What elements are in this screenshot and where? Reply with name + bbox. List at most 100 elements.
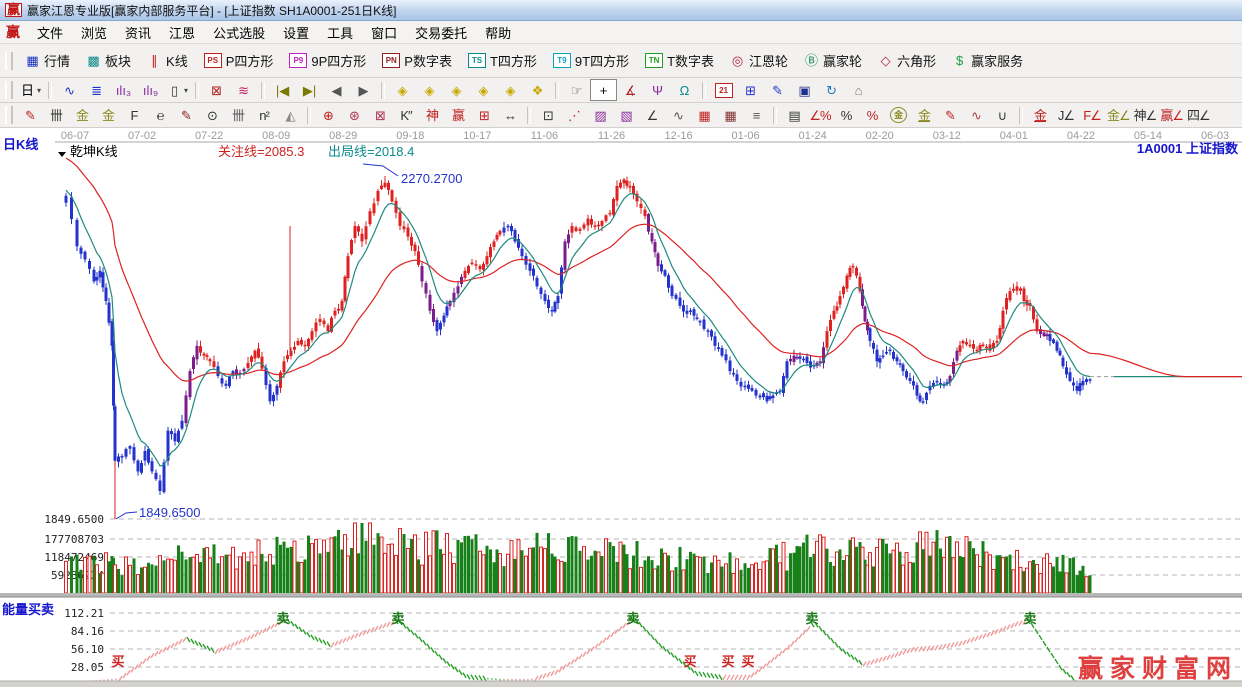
- diamond-compress-icon[interactable]: ◈: [470, 79, 497, 101]
- win-comb[interactable]: 赢: [445, 104, 471, 126]
- count-grid[interactable]: ⊞: [471, 104, 497, 126]
- prev-bar-icon[interactable]: ◀: [323, 79, 350, 101]
- pen-flag[interactable]: ✎: [937, 104, 963, 126]
- diamond-move-icon[interactable]: ❖: [524, 79, 551, 101]
- t-number-button[interactable]: TNT数字表: [637, 46, 722, 75]
- n-square[interactable]: n²: [251, 104, 277, 126]
- first-bar-icon[interactable]: |◀: [269, 79, 296, 101]
- angle-mirror[interactable]: ◭: [277, 104, 303, 126]
- menu-item-1[interactable]: 浏览: [72, 21, 116, 44]
- bars-3-icon[interactable]: ılı₃: [110, 79, 137, 101]
- volume-profile-icon[interactable]: ≋: [230, 79, 257, 101]
- gann-wheel-button[interactable]: ◎江恩轮: [722, 46, 796, 75]
- fan-box-2[interactable]: ▧: [613, 104, 639, 126]
- gold-underline[interactable]: 金: [1027, 104, 1053, 126]
- kline-button[interactable]: ∥K线: [139, 46, 196, 75]
- save-icon[interactable]: ▣: [791, 79, 818, 101]
- next-bar-icon[interactable]: ▶: [350, 79, 377, 101]
- diamond-left-icon[interactable]: ◈: [389, 79, 416, 101]
- circle-degree[interactable]: ⊙: [199, 104, 225, 126]
- menu-item-2[interactable]: 资讯: [116, 21, 160, 44]
- gold-angle[interactable]: 金∠: [1105, 104, 1132, 126]
- grid-dark[interactable]: ▦: [717, 104, 743, 126]
- menu-item-6[interactable]: 工具: [318, 21, 362, 44]
- gann-box[interactable]: ⊡: [535, 104, 561, 126]
- svg-text:1849.6500: 1849.6500: [44, 513, 104, 526]
- diamond-expand-icon[interactable]: ◈: [443, 79, 470, 101]
- gann-web-circle[interactable]: ⊛: [341, 104, 367, 126]
- calculator-icon[interactable]: ⊞: [737, 79, 764, 101]
- crosshair-icon[interactable]: +: [590, 79, 617, 101]
- percent-zone[interactable]: ∠%: [807, 104, 833, 126]
- span-arrow[interactable]: ↔: [497, 104, 523, 126]
- net-update-icon[interactable]: ↻: [818, 79, 845, 101]
- band-wave[interactable]: ∿: [963, 104, 989, 126]
- calendar-icon[interactable]: 21: [710, 79, 737, 101]
- menu-item-4[interactable]: 公式选股: [204, 21, 274, 44]
- pan-hand-icon[interactable]: ☞: [563, 79, 590, 101]
- angle-rays[interactable]: ∠: [639, 104, 665, 126]
- gold-circle[interactable]: 金: [885, 104, 911, 126]
- bars-9-icon[interactable]: ılı₉: [137, 79, 164, 101]
- k-notation[interactable]: K″: [393, 104, 419, 126]
- parallel-lines[interactable]: ≡: [743, 104, 769, 126]
- zigzag-chart-icon[interactable]: ∿: [56, 79, 83, 101]
- menu-item-9[interactable]: 帮助: [476, 21, 520, 44]
- p9-square-button[interactable]: P99P四方形: [281, 46, 374, 75]
- remote-pc-icon[interactable]: ⌂: [845, 79, 872, 101]
- menu-item-3[interactable]: 江恩: [160, 21, 204, 44]
- price-ruler[interactable]: ▤: [781, 104, 807, 126]
- bars-9-icon-icon: ılı₉: [143, 83, 158, 98]
- diamond-right-icon[interactable]: ◈: [416, 79, 443, 101]
- candle-style-icon[interactable]: ▯▾: [164, 79, 191, 101]
- info-list-icon-icon: ≣: [89, 83, 104, 98]
- p-number-button[interactable]: PNP数字表: [374, 46, 460, 75]
- f-angle[interactable]: F∠: [1079, 104, 1105, 126]
- t9-square-button[interactable]: T99T四方形: [545, 46, 637, 75]
- period-selector[interactable]: 日▾: [17, 79, 44, 101]
- win-angle[interactable]: 赢∠: [1158, 104, 1185, 126]
- menu-item-0[interactable]: 文件: [28, 21, 72, 44]
- menu-item-5[interactable]: 设置: [274, 21, 318, 44]
- menu-item-8[interactable]: 交易委托: [406, 21, 476, 44]
- god-angle[interactable]: 神∠: [1132, 104, 1159, 126]
- god-comb[interactable]: 神: [419, 104, 445, 126]
- wave-check[interactable]: ∿: [665, 104, 691, 126]
- gold-comb-1[interactable]: 金: [69, 104, 95, 126]
- memo-icon[interactable]: ✎: [764, 79, 791, 101]
- spiral-tool[interactable]: ℮: [147, 104, 173, 126]
- pen-measure[interactable]: ✎: [173, 104, 199, 126]
- grid-red[interactable]: ▦: [691, 104, 717, 126]
- menu-item-7[interactable]: 窗口: [362, 21, 406, 44]
- winner-wheel-button[interactable]: Ⓑ赢家轮: [796, 46, 870, 75]
- gann-glyph-icon[interactable]: Ψ: [644, 79, 671, 101]
- circle-cross[interactable]: ⊕: [315, 104, 341, 126]
- service-button[interactable]: $赢家服务: [944, 46, 1031, 75]
- gold-comb-2[interactable]: 金: [95, 104, 121, 126]
- percent[interactable]: %: [833, 104, 859, 126]
- seal-pattern-icon[interactable]: ⊠: [203, 79, 230, 101]
- percent-red[interactable]: %: [859, 104, 885, 126]
- u-curve[interactable]: ∪: [989, 104, 1015, 126]
- fan-box-1[interactable]: ▨: [587, 104, 613, 126]
- j-angle[interactable]: J∠: [1053, 104, 1079, 126]
- protractor-icon[interactable]: ∡: [617, 79, 644, 101]
- f-comb[interactable]: F: [121, 104, 147, 126]
- pen-tool[interactable]: ✎: [17, 104, 43, 126]
- fan-lines[interactable]: ⋰: [561, 104, 587, 126]
- comb-grid[interactable]: 卌: [43, 104, 69, 126]
- info-list-icon[interactable]: ≣: [83, 79, 110, 101]
- quotes-button[interactable]: ▦行情: [17, 46, 78, 75]
- wave-tool-icon[interactable]: Ω: [671, 79, 698, 101]
- sectors-button[interactable]: ▩板块: [78, 46, 139, 75]
- hexagon-button[interactable]: ◇六角形: [870, 46, 944, 75]
- four-angle[interactable]: 四∠: [1185, 104, 1212, 126]
- gann-web-square[interactable]: ⊠: [367, 104, 393, 126]
- diamond-center-icon[interactable]: ◈: [497, 79, 524, 101]
- t-square-button[interactable]: TST四方形: [460, 46, 545, 75]
- chart-canvas[interactable]: 06-0707-0207-2208-0908-2909-1810-1711-06…: [0, 128, 1242, 687]
- comb-plain[interactable]: 卌: [225, 104, 251, 126]
- p-square-button[interactable]: PSP四方形: [196, 46, 282, 75]
- last-bar-icon[interactable]: ▶|: [296, 79, 323, 101]
- gold-level[interactable]: 金: [911, 104, 937, 126]
